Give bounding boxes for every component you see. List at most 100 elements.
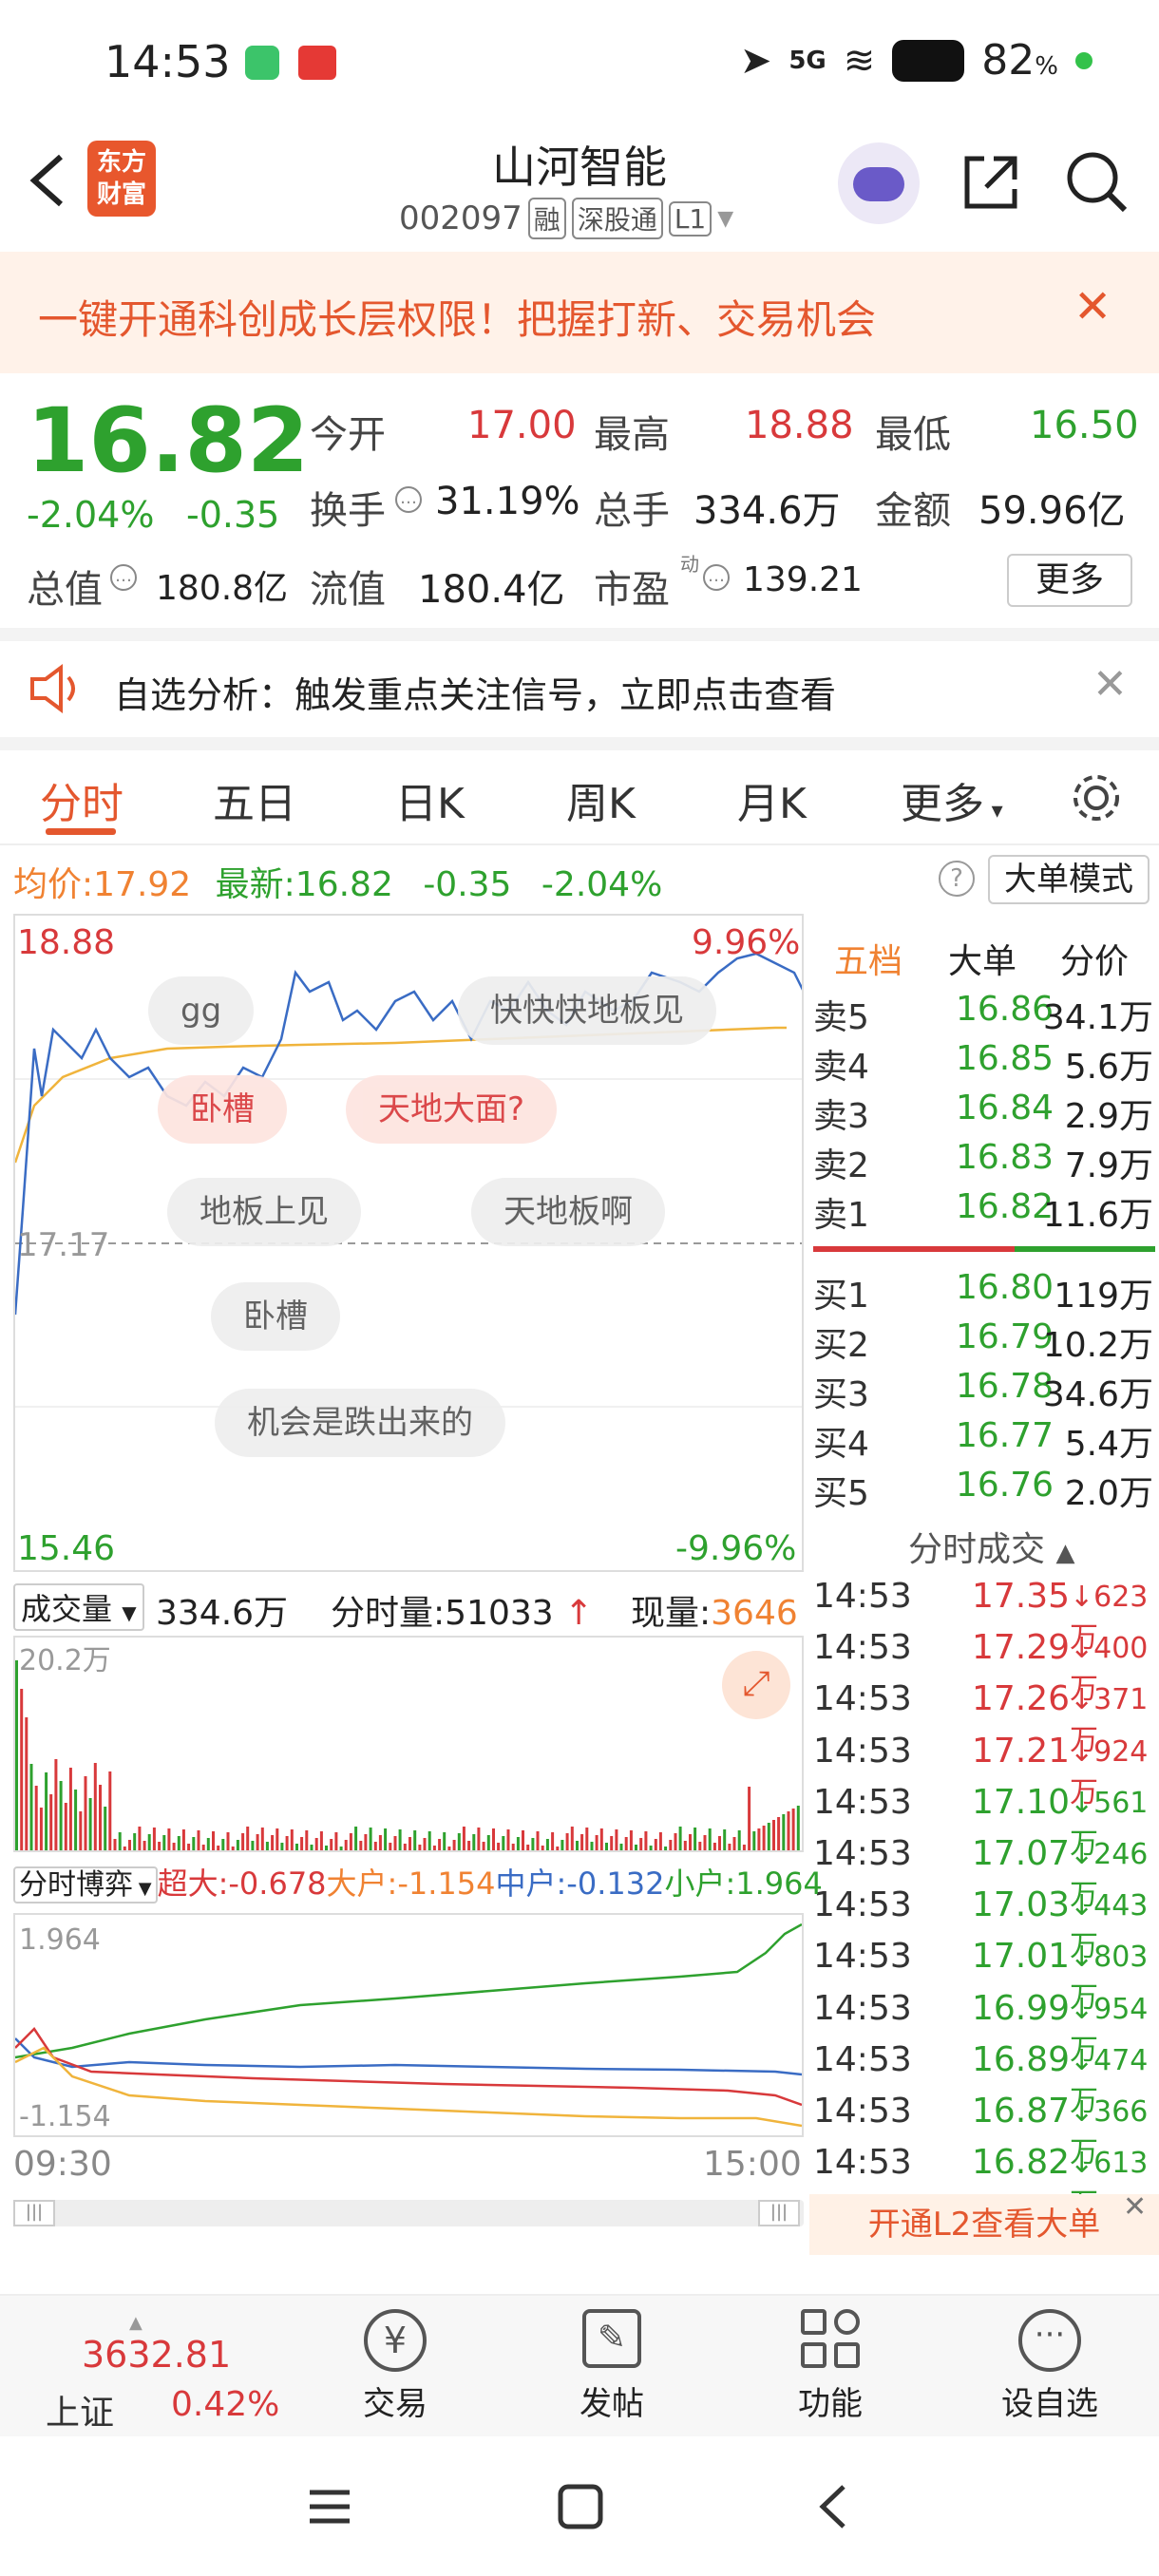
- info-icon[interactable]: …: [110, 564, 137, 591]
- flow-chart[interactable]: 1.964 -1.154: [13, 1913, 804, 2137]
- volume-bar: [359, 1841, 363, 1850]
- ask-row[interactable]: 卖1 16.82 11.6万: [813, 1187, 1155, 1237]
- danmaku-bubble[interactable]: 卧槽: [158, 1075, 287, 1144]
- danmaku-bubble[interactable]: 快快快地板见: [458, 976, 716, 1045]
- volume-bar: [694, 1828, 697, 1850]
- volume-bar: [280, 1843, 284, 1850]
- promo-banner[interactable]: 一键开通科创成长层权限！把握打新、交易机会 ✕: [0, 252, 1159, 373]
- volume-bar: [221, 1839, 225, 1850]
- more-button[interactable]: 更多: [1007, 554, 1132, 607]
- volume-bar: [265, 1842, 269, 1850]
- flow-dropdown[interactable]: 分时博弈 ▼: [13, 1866, 158, 1904]
- expand-button[interactable]: ⤢: [722, 1651, 790, 1719]
- ask-row[interactable]: 卖3 16.84 2.9万: [813, 1089, 1155, 1138]
- flow-axis-min: -1.154: [19, 2100, 111, 2133]
- notice-text: 自选分析：触发重点关注信号，立即点击查看: [114, 674, 837, 716]
- volume-bar: [452, 1840, 456, 1850]
- volume-bar: [506, 1829, 510, 1850]
- bid-row[interactable]: 买1 16.80 119万: [813, 1268, 1155, 1317]
- menu-nav-button[interactable]: [306, 2483, 353, 2534]
- close-icon[interactable]: ✕: [1092, 660, 1128, 709]
- bid-row[interactable]: 买4 16.77 5.4万: [813, 1416, 1155, 1466]
- ticks-title[interactable]: 分时成交 ▲: [908, 1522, 1074, 1571]
- level-price: 16.77: [956, 1416, 1054, 1455]
- tab-five-levels[interactable]: 五档: [834, 934, 902, 983]
- volume-bar: [212, 1831, 215, 1850]
- notice-bar[interactable]: 自选分析：触发重点关注信号，立即点击查看 ✕: [0, 641, 1159, 736]
- volume-bar: [206, 1838, 210, 1850]
- ask-row[interactable]: 卖2 16.83 7.9万: [813, 1138, 1155, 1187]
- add-watchlist-button[interactable]: ··· 设自选: [988, 2309, 1112, 2424]
- bid-row[interactable]: 买5 16.76 2.0万: [813, 1466, 1155, 1515]
- tab-price-split[interactable]: 分价: [1060, 934, 1129, 983]
- scroll-handle-left[interactable]: |||: [13, 2200, 55, 2226]
- bottom-toolbar: ▲ 3632.81 上证 0.42% ¥ 交易 ✎ 发帖 功能 ··· 设自选: [0, 2294, 1159, 2436]
- volume-bar: [25, 1717, 28, 1850]
- turnover-label: 换手: [310, 489, 386, 533]
- volume-bar: [541, 1846, 544, 1850]
- search-button[interactable]: [1062, 147, 1130, 219]
- range-scrollbar[interactable]: ||| |||: [13, 2200, 804, 2226]
- level-volume: 7.9万: [1064, 1146, 1153, 1185]
- home-nav-button[interactable]: [557, 2483, 604, 2534]
- volume-bar: [349, 1833, 352, 1850]
- tick-price: 17.35: [971, 1577, 1070, 1616]
- pe-superscript: 动: [680, 553, 699, 576]
- trade-button[interactable]: ¥ 交易: [338, 2309, 452, 2424]
- stock-subtitle[interactable]: 002097 融 深股通 L1 ▼: [399, 198, 733, 239]
- robot-icon: [853, 167, 904, 201]
- tick-row: 14:53 17.21 ↓924万: [813, 1732, 1155, 1809]
- volume-bar: [93, 1763, 97, 1850]
- level-label: 买4: [813, 1425, 869, 1464]
- big-order-mode-button[interactable]: 大单模式: [988, 855, 1150, 904]
- flow-header: 分时博弈 ▼ 超大:-0.678大户:-1.154中户:-0.132小户:1.96…: [13, 1860, 823, 1911]
- volume-chart[interactable]: 20.2万 ⤢: [13, 1636, 804, 1852]
- close-icon[interactable]: ✕: [1123, 2190, 1147, 2224]
- volume-dropdown[interactable]: 成交量 ▼: [13, 1583, 144, 1631]
- tab-five-day[interactable]: 五日: [213, 769, 296, 830]
- volume-bar: [325, 1846, 328, 1850]
- tab-daily-k[interactable]: 日K: [395, 769, 465, 830]
- danmaku-bubble[interactable]: 卧槽: [211, 1282, 340, 1351]
- info-icon[interactable]: …: [703, 564, 730, 591]
- volume-bar: [772, 1820, 775, 1850]
- danmaku-bubble[interactable]: 天地大面?: [346, 1075, 558, 1144]
- functions-button[interactable]: 功能: [773, 2309, 887, 2424]
- intraday-chart[interactable]: 18.88 9.96% 17.17 15.46 -9.96% gg 快快快地板见…: [13, 914, 804, 1572]
- bid-row[interactable]: 买2 16.79 10.2万: [813, 1317, 1155, 1367]
- tab-weekly-k[interactable]: 周K: [566, 769, 636, 830]
- tab-intraday[interactable]: 分时: [40, 769, 124, 830]
- settings-button[interactable]: [1068, 769, 1125, 830]
- volume-bar: [443, 1832, 446, 1850]
- volume-bar: [378, 1835, 382, 1850]
- close-icon[interactable]: ✕: [1074, 280, 1112, 333]
- help-icon[interactable]: ?: [939, 861, 975, 897]
- volume-bar: [423, 1838, 427, 1850]
- volume-bar: [118, 1832, 122, 1850]
- volume-bar: [108, 1771, 112, 1850]
- index-widget[interactable]: ▲ 3632.81 上证 0.42%: [38, 2313, 285, 2433]
- volume-bar: [128, 1840, 131, 1850]
- danmaku-bubble[interactable]: 机会是跌出来的: [215, 1389, 505, 1457]
- ask-row[interactable]: 卖5 16.86 34.1万: [813, 990, 1155, 1039]
- time-end: 15:00: [703, 2145, 802, 2184]
- post-button[interactable]: ✎ 发帖: [555, 2309, 669, 2424]
- high-label: 最高: [594, 413, 670, 457]
- info-icon[interactable]: …: [395, 486, 422, 513]
- robot-avatar-button[interactable]: [838, 142, 920, 224]
- ask-row[interactable]: 卖4 16.85 5.6万: [813, 1039, 1155, 1089]
- tab-more[interactable]: 更多 ▾: [901, 769, 1003, 830]
- volume-bar: [536, 1831, 540, 1850]
- tab-monthly-k[interactable]: 月K: [737, 769, 807, 830]
- bid-row[interactable]: 买3 16.78 34.6万: [813, 1367, 1155, 1416]
- tab-big-orders[interactable]: 大单: [948, 934, 1016, 983]
- danmaku-bubble[interactable]: 地板上见: [167, 1178, 361, 1246]
- flow-lines-svg: 1.964 -1.154: [14, 1923, 803, 2133]
- danmaku-bubble[interactable]: gg: [148, 976, 255, 1045]
- danmaku-bubble[interactable]: 天地板啊: [471, 1178, 665, 1246]
- share-button[interactable]: [956, 147, 1024, 219]
- scroll-handle-right[interactable]: |||: [758, 2200, 800, 2226]
- l2-upgrade-bar[interactable]: 开通L2查看大单: [809, 2194, 1159, 2255]
- volume-bar: [615, 1829, 618, 1850]
- back-nav-button[interactable]: [811, 2483, 859, 2534]
